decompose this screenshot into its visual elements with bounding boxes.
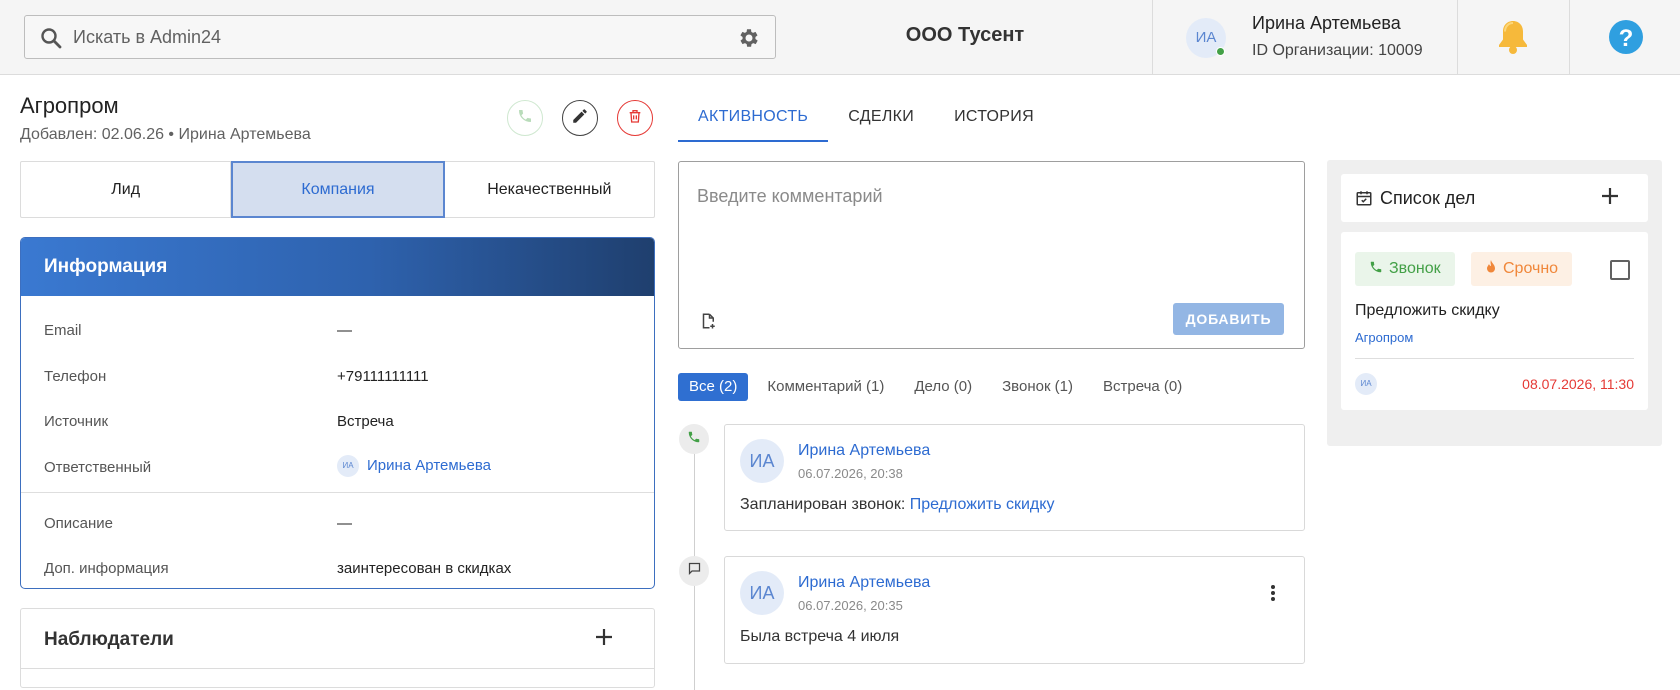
- search-icon: [39, 26, 63, 55]
- status-selector: Лид Компания Некачественный: [20, 161, 655, 218]
- timeline-comment-marker: [679, 556, 709, 586]
- status-unqualified[interactable]: Некачественный: [445, 162, 654, 217]
- online-status-dot: [1216, 47, 1225, 56]
- event-text: Запланирован звонок: Предложить скидку: [740, 496, 1054, 514]
- tab-deals[interactable]: СДЕЛКИ: [828, 100, 934, 142]
- status-company[interactable]: Компания: [231, 161, 445, 218]
- info-value-description: —: [337, 515, 352, 532]
- fire-icon: [1485, 259, 1497, 279]
- todo-card[interactable]: Звонок Срочно Предложить скидку Агропром…: [1341, 232, 1648, 410]
- info-value-responsible[interactable]: ИА Ирина Артемьева: [337, 455, 491, 477]
- activity-event: ИА Ирина Артемьева 06.07.2026, 20:35 Был…: [724, 556, 1305, 664]
- responsible-link[interactable]: Ирина Артемьева: [367, 457, 491, 474]
- help-icon[interactable]: ?: [1608, 19, 1644, 60]
- search-input[interactable]: [73, 24, 713, 50]
- avatar: ИА: [337, 455, 359, 477]
- event-task-link[interactable]: Предложить скидку: [910, 496, 1055, 513]
- tab-history[interactable]: ИСТОРИЯ: [934, 100, 1054, 142]
- status-lead[interactable]: Лид: [21, 162, 232, 217]
- comment-box: ДОБАВИТЬ: [678, 161, 1305, 349]
- info-title: Информация: [21, 238, 654, 296]
- plus-icon: [594, 621, 614, 654]
- info-label-email: Email: [44, 322, 82, 339]
- info-label-extra: Доп. информация: [44, 560, 169, 577]
- comment-icon: [687, 561, 702, 581]
- info-label-responsible: Ответственный: [44, 459, 152, 476]
- filter-call[interactable]: Звонок (1): [991, 373, 1084, 401]
- event-author[interactable]: Ирина Артемьева: [798, 574, 930, 592]
- event-author[interactable]: Ирина Артемьева: [798, 442, 930, 460]
- avatar: ИА: [1355, 373, 1377, 395]
- info-card: Информация Email — Телефон +79111111111 …: [20, 237, 655, 589]
- company-name: Агропром: [20, 93, 119, 118]
- phone-icon: [687, 430, 701, 449]
- info-label-phone: Телефон: [44, 368, 107, 385]
- phone-icon: [517, 108, 533, 129]
- info-value-source: Встреча: [337, 413, 394, 430]
- activity-filters: Все (2) Комментарий (1) Дело (0) Звонок …: [678, 373, 1201, 401]
- pencil-icon: [571, 107, 589, 130]
- added-info: Добавлен: 02.06.26 • Ирина Артемьева: [20, 126, 311, 143]
- todo-title: Список дел: [1380, 188, 1476, 208]
- todo-header: Список дел: [1341, 174, 1648, 222]
- filter-all[interactable]: Все (2): [678, 373, 749, 401]
- todo-due-date: 08.07.2026, 11:30: [1522, 376, 1634, 392]
- gear-icon[interactable]: [737, 26, 761, 55]
- divider: [21, 492, 654, 493]
- avatar: ИА: [740, 439, 784, 483]
- urgent-tag: Срочно: [1471, 252, 1573, 286]
- tab-activity[interactable]: АКТИВНОСТЬ: [678, 100, 829, 142]
- add-observer-button[interactable]: [594, 627, 614, 649]
- todo-task-title: Предложить скидку: [1355, 302, 1500, 319]
- svg-text:?: ?: [1619, 25, 1634, 52]
- observers-panel: Наблюдатели: [20, 608, 655, 688]
- filter-meeting[interactable]: Встреча (0): [1092, 373, 1193, 401]
- divider: [1355, 358, 1634, 359]
- divider: [1152, 0, 1153, 75]
- calendar-check-icon: [1355, 189, 1373, 212]
- divider: [1457, 0, 1458, 75]
- activity-tabs: АКТИВНОСТЬ СДЕЛКИ ИСТОРИЯ: [678, 100, 1054, 142]
- todo-panel: Список дел Звонок Срочно Предложить скид…: [1327, 160, 1662, 446]
- urgent-tag-label: Срочно: [1503, 260, 1559, 277]
- filter-task[interactable]: Дело (0): [903, 373, 983, 401]
- comment-input[interactable]: [697, 186, 1277, 266]
- delete-button[interactable]: [617, 100, 653, 136]
- timeline-call-marker: [679, 424, 709, 454]
- add-todo-button[interactable]: [1600, 183, 1620, 211]
- info-label-description: Описание: [44, 515, 114, 532]
- todo-checkbox[interactable]: [1610, 260, 1630, 280]
- divider: [21, 668, 654, 669]
- observers-title: Наблюдатели: [44, 629, 174, 650]
- avatar: ИА: [740, 571, 784, 615]
- top-bar: ООО Тусент ИА Ирина Артемьева ID Организ…: [0, 0, 1680, 75]
- activity-event: ИА Ирина Артемьева 06.07.2026, 20:38 Зап…: [724, 424, 1305, 531]
- info-value-phone: +79111111111: [337, 368, 429, 385]
- info-value-extra: заинтересован в скидках: [337, 560, 512, 577]
- filter-comment[interactable]: Комментарий (1): [756, 373, 895, 401]
- event-date: 06.07.2026, 20:38: [798, 466, 903, 481]
- todo-company-link[interactable]: Агропром: [1355, 330, 1413, 345]
- organization-title: ООО Тусент: [905, 24, 1025, 46]
- more-options-icon[interactable]: [1270, 584, 1276, 607]
- phone-icon: [1369, 260, 1383, 279]
- event-text-body: Запланирован звонок:: [740, 496, 910, 513]
- call-tag: Звонок: [1355, 252, 1455, 286]
- call-button[interactable]: [507, 100, 543, 136]
- event-text: Была встреча 4 июля: [740, 628, 900, 645]
- attach-file-icon[interactable]: [699, 312, 717, 335]
- user-name[interactable]: Ирина Артемьева: [1252, 13, 1401, 34]
- add-comment-button[interactable]: ДОБАВИТЬ: [1173, 303, 1284, 335]
- bell-icon[interactable]: [1496, 18, 1530, 61]
- trash-icon: [627, 107, 643, 130]
- info-value-email: —: [337, 322, 352, 339]
- search-bar: [24, 15, 776, 59]
- call-tag-label: Звонок: [1389, 260, 1441, 277]
- divider: [1569, 0, 1570, 75]
- plus-icon: [1600, 181, 1620, 212]
- edit-button[interactable]: [562, 100, 598, 136]
- info-label-source: Источник: [44, 413, 109, 430]
- event-date: 06.07.2026, 20:35: [798, 598, 903, 613]
- organization-id: ID Организации: 10009: [1252, 42, 1423, 59]
